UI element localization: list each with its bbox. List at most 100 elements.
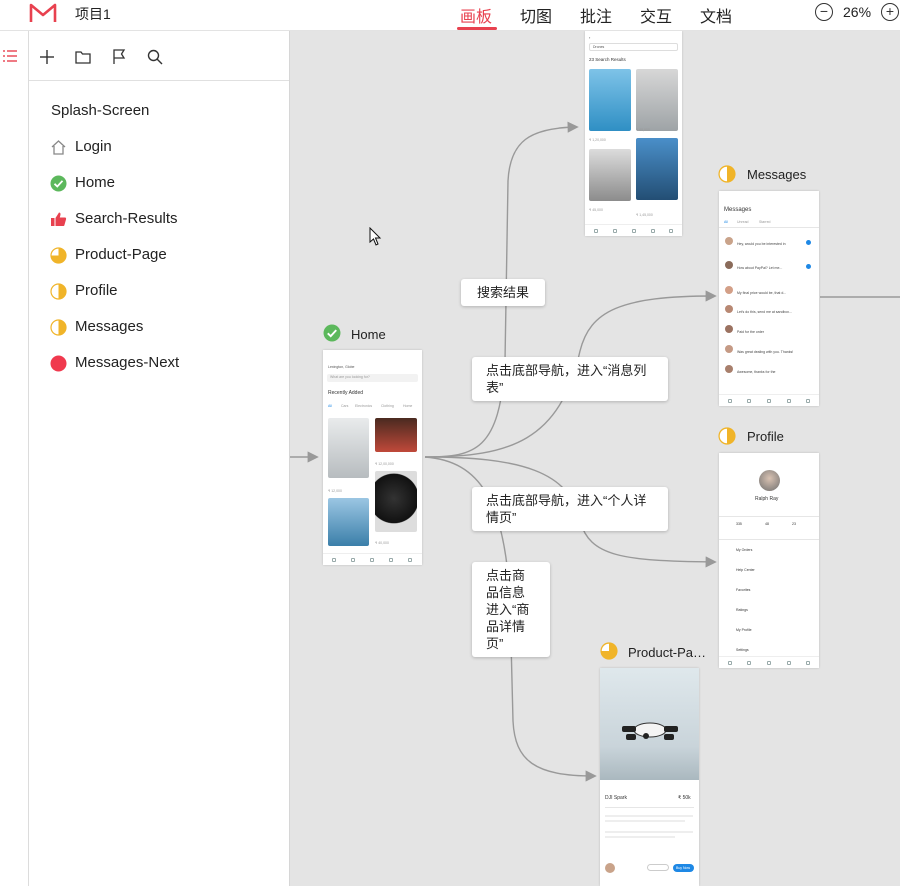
tab-slices[interactable]: 切图	[520, 3, 552, 27]
unread-dot	[806, 264, 811, 269]
tab-annotations[interactable]: 批注	[580, 3, 612, 27]
page-list: Splash-Screen Login Home Search-Results	[29, 81, 289, 381]
item-price: ₹ 40,000	[375, 541, 389, 545]
page-list-icon[interactable]	[2, 49, 18, 63]
messages-tab-unread: Unread	[737, 220, 749, 224]
folder-icon[interactable]	[74, 48, 92, 66]
item-image-drone	[328, 498, 369, 546]
pie-three-quarter-icon	[600, 642, 618, 660]
design-canvas[interactable]: ‹ Drones 23 Search Results ₹ 1,20,000 ₹ …	[290, 31, 900, 886]
result-image-1	[589, 69, 631, 131]
result-price-2: ₹ 65,000	[636, 128, 650, 132]
artboard-product-page[interactable]: DJI Spark ₹ 50k Buy Now	[600, 668, 699, 886]
avatar	[725, 325, 733, 333]
tab-artboard[interactable]: 画板	[460, 3, 492, 27]
artboard-messages[interactable]: Messages All Unread Starred Hey, would y…	[719, 191, 819, 406]
page-item-label: Home	[75, 174, 116, 191]
flag-icon[interactable]	[110, 48, 128, 66]
profile-stat: 23	[792, 522, 796, 526]
profile-menu-item: Help Center	[736, 568, 755, 572]
pie-three-quarter-icon	[50, 247, 67, 264]
app-logo[interactable]	[29, 2, 57, 24]
mini-search-field: What are you looking for?	[327, 374, 418, 382]
mini-tab-bar	[323, 553, 422, 565]
annotation-search-results[interactable]: 搜索结果	[461, 279, 545, 306]
page-item-label: Login	[75, 138, 112, 155]
message-seller-button	[647, 864, 669, 871]
profile-menu-item: Favorites	[736, 588, 751, 592]
annotation-profile-nav[interactable]: 点击底部导航，进入“个人详情页”	[472, 487, 668, 531]
location-label: Lexington, Globe	[328, 365, 355, 369]
avatar	[725, 365, 733, 373]
filter-home: Home	[403, 404, 413, 408]
search-filter-value: Drones	[593, 45, 605, 49]
message-preview: My final price would be, that d...	[737, 291, 787, 295]
thumbs-up-icon	[51, 212, 67, 226]
page-item-label: Profile	[75, 282, 118, 299]
avatar	[725, 286, 733, 294]
left-strip	[0, 31, 29, 886]
artboard-label-home[interactable]: Home	[351, 327, 386, 342]
page-item-home[interactable]: Home	[29, 165, 289, 201]
artboard-home[interactable]: Lexington, Globe What are you looking fo…	[323, 350, 422, 565]
page-item-search-results[interactable]: Search-Results	[29, 201, 289, 237]
annotation-messages-nav[interactable]: 点击底部导航，进入“消息列表”	[472, 357, 668, 401]
page-item-profile[interactable]: Profile	[29, 273, 289, 309]
artboard-label-product-page[interactable]: Product-Pa…	[628, 645, 706, 660]
message-preview: Hey, would you be interested in	[737, 242, 786, 246]
profile-menu-item: Ratings	[736, 608, 748, 612]
search-results-count: 23 Search Results	[589, 57, 626, 62]
red-dot-icon	[50, 355, 67, 372]
tab-docs[interactable]: 文档	[700, 3, 732, 27]
page-item-product-page[interactable]: Product-Page	[29, 237, 289, 273]
item-image-chair	[328, 418, 369, 478]
annotation-product-detail[interactable]: 点击商品信息进入“商品详情页”	[472, 562, 550, 657]
item-image-speaker	[375, 471, 417, 532]
mouse-cursor-icon	[369, 227, 382, 246]
check-circle-icon	[323, 324, 341, 342]
page-item-messages[interactable]: Messages	[29, 309, 289, 345]
tab-interactions[interactable]: 交互	[640, 3, 672, 27]
zoom-in-button[interactable]: +	[881, 3, 899, 21]
seller-avatar	[605, 863, 615, 873]
profile-name: Ralph Ray	[755, 496, 779, 502]
profile-stat: 335	[736, 522, 742, 526]
project-title[interactable]: 项目1	[75, 4, 111, 24]
drone-illustration	[622, 722, 678, 740]
mini-tab-bar	[719, 394, 819, 406]
half-circle-icon	[718, 165, 736, 183]
artboard-label-messages[interactable]: Messages	[747, 167, 806, 182]
page-item-login[interactable]: Login	[29, 129, 289, 165]
page-item-splash-screen[interactable]: Splash-Screen	[29, 93, 289, 129]
search-icon[interactable]	[146, 48, 164, 66]
recently-added-heading: Recently Added	[328, 390, 364, 396]
page-item-messages-next[interactable]: Messages-Next	[29, 345, 289, 381]
filter-electronics: Electronics	[355, 404, 373, 408]
messages-tab-all: All	[724, 220, 728, 224]
product-price: ₹ 50k	[678, 795, 691, 801]
active-tab-indicator	[457, 27, 497, 30]
result-price-4: ₹ 1,45,000	[636, 213, 653, 217]
zoom-level: 26%	[843, 4, 872, 20]
messages-tab-starred: Starred	[759, 220, 771, 224]
message-preview: Awesome, thanks for the	[737, 370, 776, 374]
half-circle-icon	[718, 427, 736, 445]
page-item-label: Messages	[75, 318, 144, 335]
message-preview: How about PayPal? Let me...	[737, 266, 783, 270]
zoom-out-button[interactable]: −	[815, 3, 833, 21]
filter-clothing: Clothing	[381, 404, 394, 408]
page-item-label: Search-Results	[75, 210, 178, 227]
product-name: DJI Spark	[605, 795, 627, 801]
result-image-2	[636, 69, 678, 131]
avatar	[725, 237, 733, 245]
add-icon[interactable]	[38, 48, 56, 66]
artboard-search-results[interactable]: ‹ Drones 23 Search Results ₹ 1,20,000 ₹ …	[585, 31, 682, 236]
profile-avatar	[759, 470, 780, 491]
sidebar: Splash-Screen Login Home Search-Results	[29, 31, 290, 886]
artboard-profile[interactable]: Ralph Ray 335 48 23 My Orders Help Cente…	[719, 453, 819, 668]
profile-stat: 48	[765, 522, 769, 526]
buy-now-button: Buy Now	[673, 864, 694, 872]
artboard-label-profile[interactable]: Profile	[747, 429, 784, 444]
mini-tab-bar	[719, 656, 819, 668]
filter-cars: Cars	[341, 404, 349, 408]
